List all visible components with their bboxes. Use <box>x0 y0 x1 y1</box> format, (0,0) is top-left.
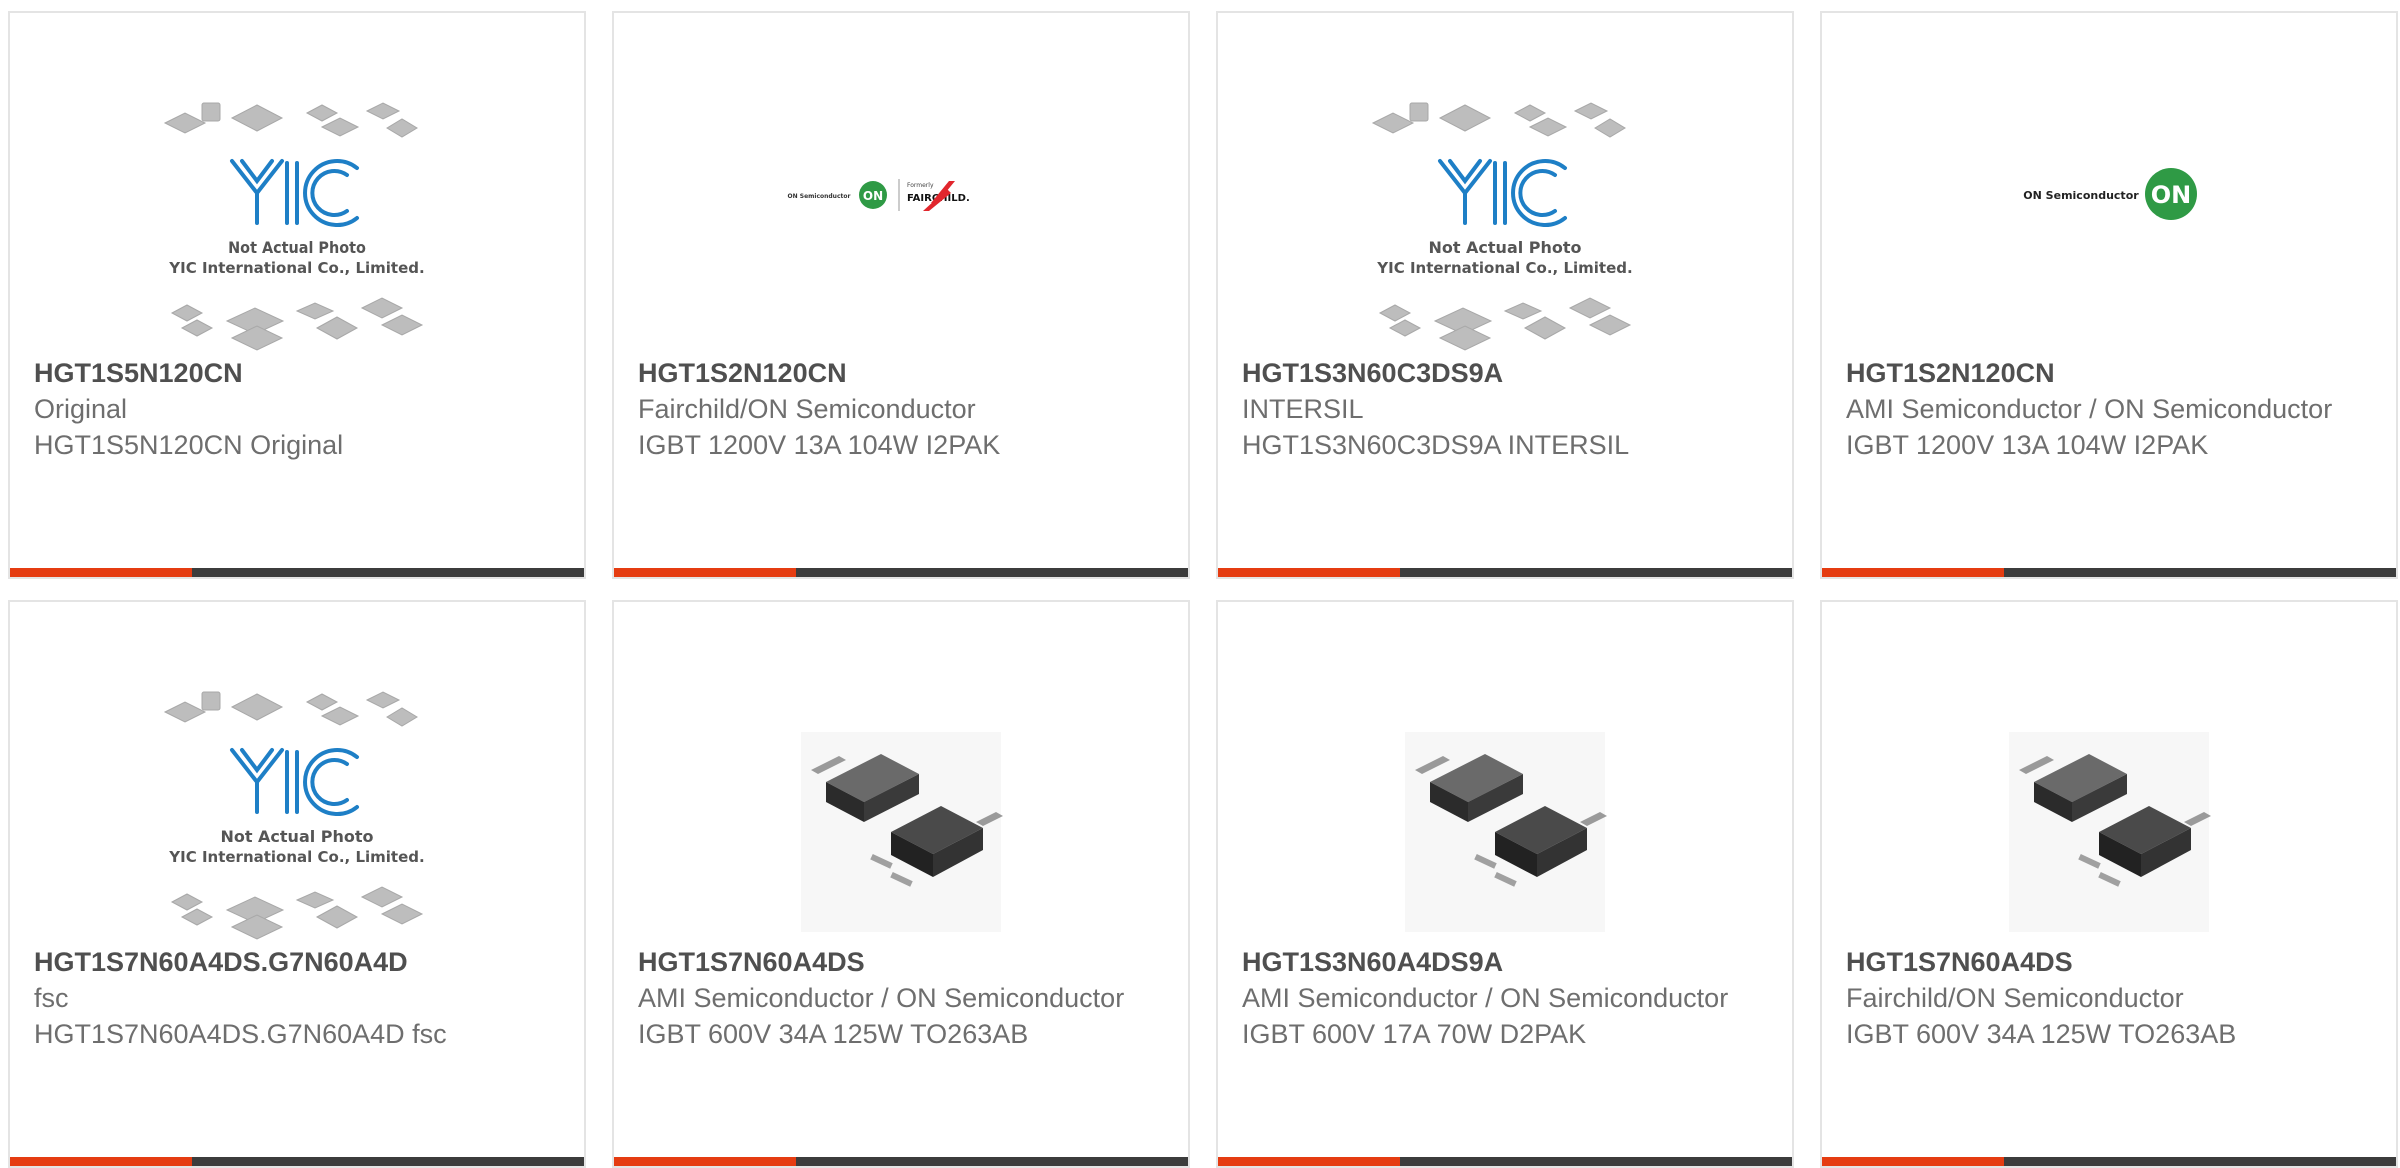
yic-note-2: YIC International Co., Limited. <box>1376 259 1632 277</box>
product-info: HGT1S7N60A4DS Fairchild/ON Semiconductor… <box>1846 944 2372 1052</box>
product-card[interactable]: Not Actual Photo YIC International Co., … <box>8 11 586 579</box>
yic-note-2: YIC International Co., Limited. <box>168 848 424 866</box>
product-info: HGT1S3N60C3DS9A INTERSIL HGT1S3N60C3DS9A… <box>1242 355 1768 463</box>
card-accent-bar <box>10 568 584 577</box>
part-number[interactable]: HGT1S7N60A4DS <box>638 944 1164 980</box>
part-number[interactable]: HGT1S3N60A4DS9A <box>1242 944 1768 980</box>
yic-note-1: Not Actual Photo <box>1428 238 1581 257</box>
description: IGBT 600V 17A 70W D2PAK <box>1242 1019 1587 1049</box>
manufacturer: AMI Semiconductor / ON Semiconductor <box>638 983 1125 1013</box>
card-accent-bar <box>1822 1157 2396 1166</box>
manufacturer: Fairchild/ON Semiconductor <box>638 394 976 424</box>
on-fairchild-logo: ON Semiconductor ON Formerly FAIRCHILD. <box>788 179 970 211</box>
description: IGBT 1200V 13A 104W I2PAK <box>1846 430 2209 460</box>
part-number[interactable]: HGT1S7N60A4DS.G7N60A4D <box>34 944 560 980</box>
part-number[interactable]: HGT1S2N120CN <box>1846 355 2372 391</box>
description: HGT1S3N60C3DS9A INTERSIL <box>1242 430 1630 460</box>
product-image[interactable]: ON Semiconductor ON <box>1822 83 2396 353</box>
manufacturer: AMI Semiconductor / ON Semiconductor <box>1242 983 1729 1013</box>
product-info: HGT1S5N120CN Original HGT1S5N120CN Origi… <box>34 355 560 463</box>
card-accent-bar <box>614 1157 1188 1166</box>
product-info: HGT1S2N120CN AMI Semiconductor / ON Semi… <box>1846 355 2372 463</box>
product-grid: Not Actual Photo YIC International Co., … <box>8 11 2398 1168</box>
description: IGBT 1200V 13A 104W I2PAK <box>638 430 1001 460</box>
yic-placeholder-image: Not Actual Photo YIC International Co., … <box>163 691 425 940</box>
manufacturer: fsc <box>34 983 69 1013</box>
card-accent-bar <box>10 1157 584 1166</box>
yic-note-1: Not Actual Photo <box>220 827 373 846</box>
product-image[interactable]: Not Actual Photo YIC International Co., … <box>10 83 584 353</box>
product-card[interactable]: HGT1S7N60A4DS Fairchild/ON Semiconductor… <box>1820 600 2398 1168</box>
card-accent-bar <box>614 568 1188 577</box>
card-accent-bar <box>1822 568 2396 577</box>
part-number[interactable]: HGT1S2N120CN <box>638 355 1164 391</box>
product-image[interactable] <box>1218 672 1792 942</box>
product-card[interactable]: Not Actual Photo YIC International Co., … <box>8 600 586 1168</box>
description: IGBT 600V 34A 125W TO263AB <box>638 1019 1029 1049</box>
product-info: HGT1S3N60A4DS9A AMI Semiconductor / ON S… <box>1242 944 1768 1052</box>
yic-note-2: YIC International Co., Limited. <box>168 259 424 277</box>
product-card[interactable]: ON Semiconductor ON Formerly FAIRCHILD. … <box>612 11 1190 579</box>
product-image[interactable]: Not Actual Photo YIC International Co., … <box>10 672 584 942</box>
description: IGBT 600V 34A 125W TO263AB <box>1846 1019 2237 1049</box>
part-number[interactable]: HGT1S3N60C3DS9A <box>1242 355 1768 391</box>
svg-text:ON: ON <box>863 189 883 203</box>
description: HGT1S5N120CN Original <box>34 430 344 460</box>
yic-placeholder-image: Not Actual Photo YIC International Co., … <box>163 102 425 351</box>
part-number[interactable]: HGT1S5N120CN <box>34 355 560 391</box>
product-info: HGT1S7N60A4DS AMI Semiconductor / ON Sem… <box>638 944 1164 1052</box>
yic-note-1: Not Actual Photo <box>228 238 366 257</box>
product-card[interactable]: HGT1S7N60A4DS AMI Semiconductor / ON Sem… <box>612 600 1190 1168</box>
d2pak-component-photo <box>2009 732 2211 932</box>
manufacturer: INTERSIL <box>1242 394 1364 424</box>
product-image[interactable]: ON Semiconductor ON Formerly FAIRCHILD. <box>614 83 1188 353</box>
product-info: HGT1S2N120CN Fairchild/ON Semiconductor … <box>638 355 1164 463</box>
card-accent-bar <box>1218 568 1792 577</box>
yic-placeholder-image: Not Actual Photo YIC International Co., … <box>1371 102 1633 351</box>
d2pak-component-photo <box>1405 732 1607 932</box>
manufacturer: Fairchild/ON Semiconductor <box>1846 983 2184 1013</box>
product-info: HGT1S7N60A4DS.G7N60A4D fsc HGT1S7N60A4DS… <box>34 944 560 1052</box>
product-image[interactable] <box>1822 672 2396 942</box>
d2pak-component-photo <box>801 732 1003 932</box>
manufacturer: Original <box>34 394 128 424</box>
product-image[interactable] <box>614 672 1188 942</box>
formerly-text: Formerly <box>907 182 934 189</box>
on-logo-text: ON Semiconductor <box>2023 189 2139 202</box>
svg-text:ON: ON <box>2151 181 2192 209</box>
product-card[interactable]: ON Semiconductor ON HGT1S2N120CN AMI Sem… <box>1820 11 2398 579</box>
product-card[interactable]: Not Actual Photo YIC International Co., … <box>1216 11 1794 579</box>
on-logo-text: ON Semiconductor <box>788 193 851 200</box>
description: HGT1S7N60A4DS.G7N60A4D fsc <box>34 1019 447 1049</box>
card-accent-bar <box>1218 1157 1792 1166</box>
product-card[interactable]: HGT1S3N60A4DS9A AMI Semiconductor / ON S… <box>1216 600 1794 1168</box>
manufacturer: AMI Semiconductor / ON Semiconductor <box>1846 394 2333 424</box>
part-number[interactable]: HGT1S7N60A4DS <box>1846 944 2372 980</box>
on-logo: ON Semiconductor ON <box>2023 168 2197 220</box>
product-image[interactable]: Not Actual Photo YIC International Co., … <box>1218 83 1792 353</box>
